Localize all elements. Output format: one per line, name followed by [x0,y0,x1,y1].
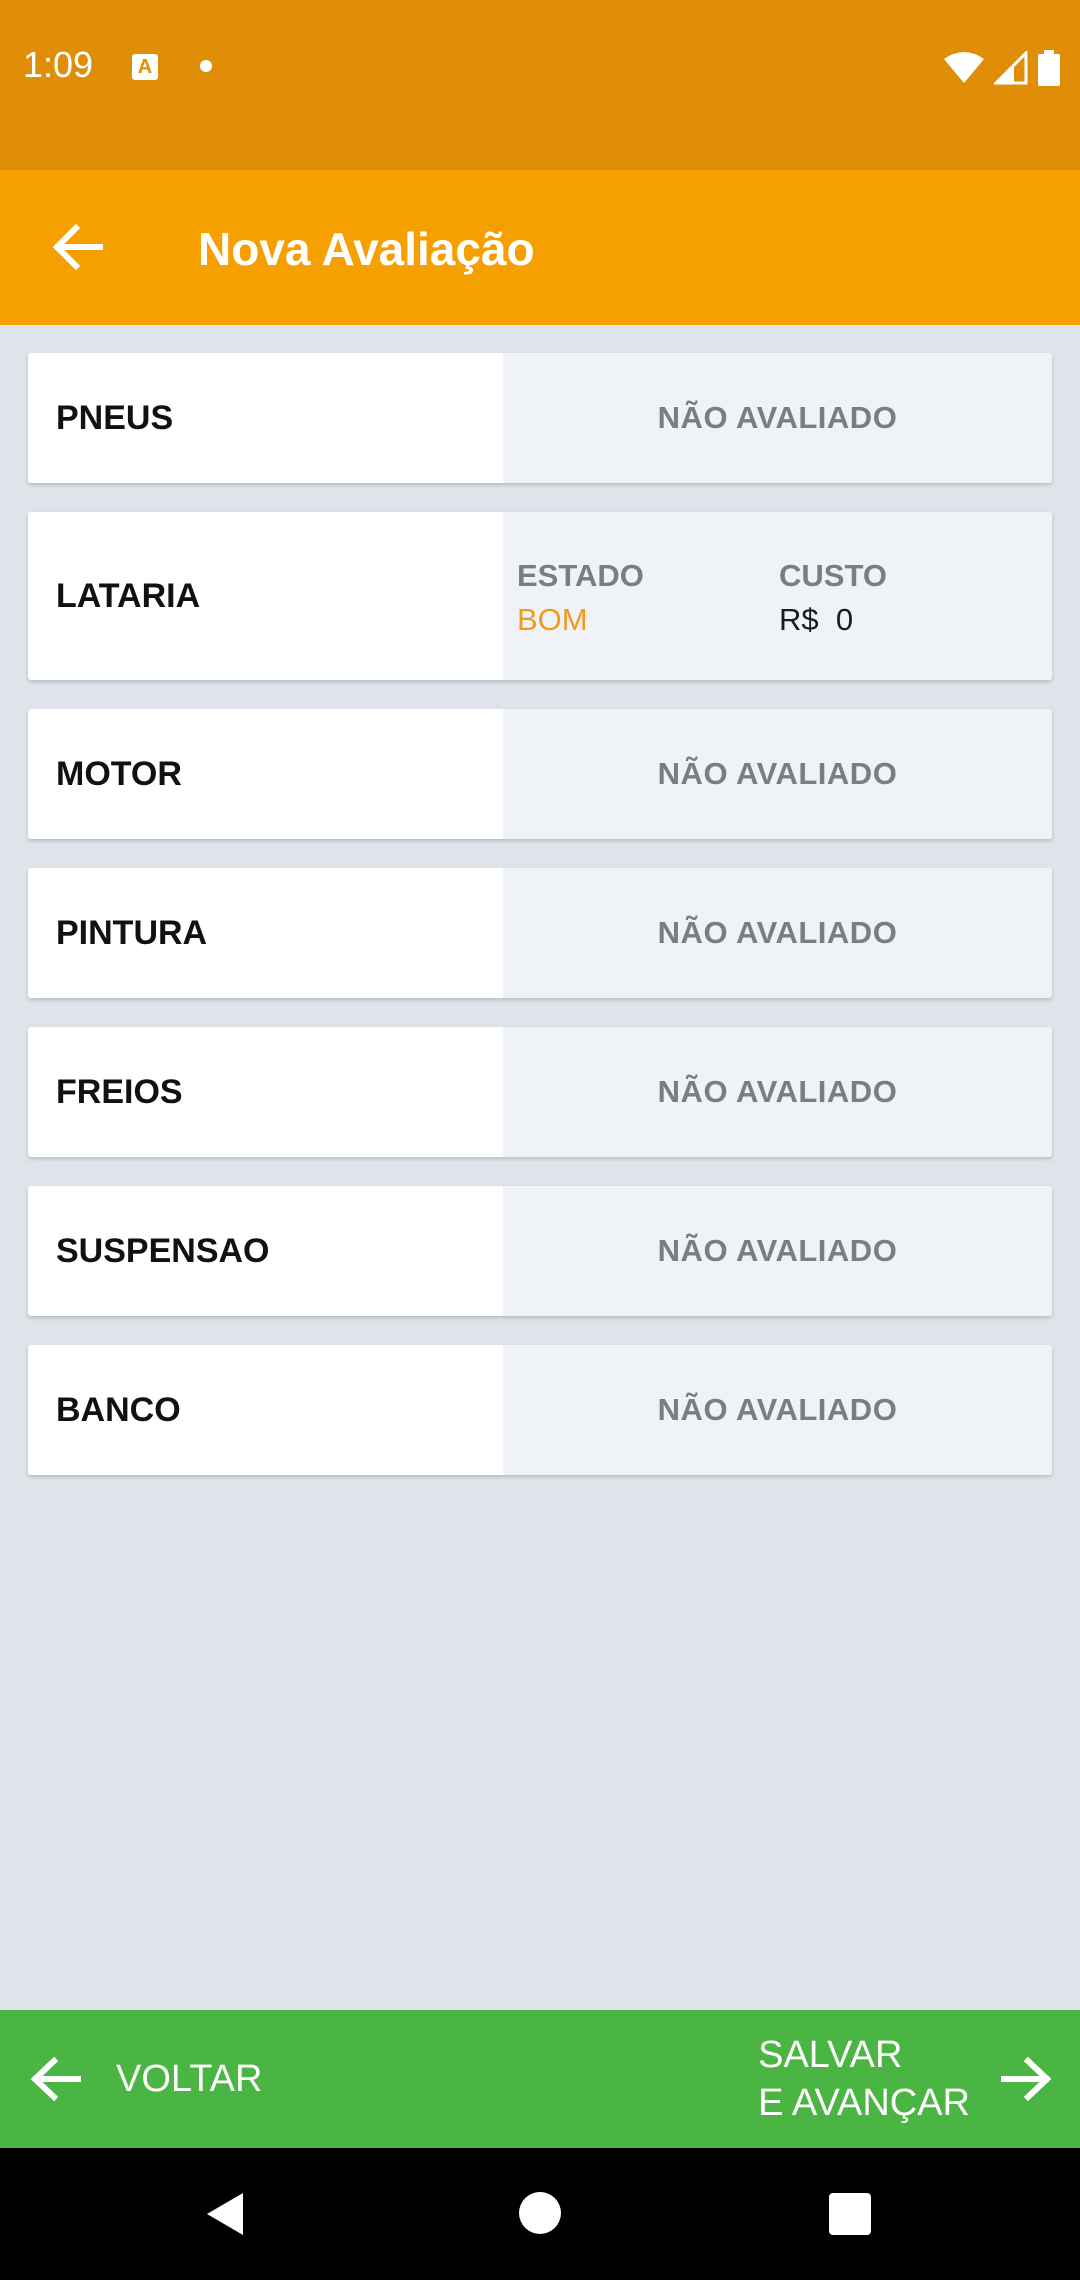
nav-recents-icon[interactable] [829,2193,871,2235]
list-item-pintura[interactable]: PINTURA NÃO AVALIADO [28,868,1052,998]
item-name: MOTOR [56,754,182,793]
arrow-back-icon [52,223,103,271]
estado-value: BOM [517,602,588,637]
app-bar: Nova Avaliação [0,170,1080,325]
custo-value: R$ 0 [779,602,854,637]
status-icons [944,48,1060,88]
page-title: Nova Avaliação [198,223,535,275]
custo-column: CUSTO R$ 0 [779,558,1041,680]
list-item-motor[interactable]: MOTOR NÃO AVALIADO [28,709,1052,839]
item-name: SUSPENSAO [56,1231,270,1270]
notification-dot-icon [200,60,212,72]
list-item-banco[interactable]: BANCO NÃO AVALIADO [28,1345,1052,1475]
back-button[interactable] [44,212,114,282]
item-name: FREIOS [56,1072,183,1111]
item-status: NÃO AVALIADO [657,1074,898,1109]
item-detail: ESTADO BOM CUSTO R$ 0 [503,512,1052,680]
estado-column: ESTADO BOM [517,558,779,680]
estado-label: ESTADO [517,558,644,593]
battery-icon [1038,50,1060,86]
arrow-forward-icon [1001,2056,1052,2102]
salvar-label-line1: SALVAR [758,2034,903,2076]
list-item-lataria[interactable]: LATARIA ESTADO BOM CUSTO R$ 0 [28,512,1052,680]
item-status: NÃO AVALIADO [657,1392,898,1427]
custo-label: CUSTO [779,558,887,593]
item-status: NÃO AVALIADO [657,756,898,791]
wifi-icon [944,52,984,83]
item-status: NÃO AVALIADO [657,915,898,950]
nav-home-icon[interactable] [519,2192,561,2234]
status-bar: 1:09 A [0,0,1080,170]
salvar-label-line2: E AVANÇAR [758,2082,970,2124]
list-item-suspensao[interactable]: SUSPENSAO NÃO AVALIADO [28,1186,1052,1316]
notification-app-icon: A [132,54,158,80]
arrow-back-icon [30,2056,81,2102]
list-item-pneus[interactable]: PNEUS NÃO AVALIADO [28,353,1052,483]
item-name: LATARIA [56,576,201,615]
bottom-action-bar: VOLTAR SALVAR E AVANÇAR [0,2010,1080,2148]
list-item-freios[interactable]: FREIOS NÃO AVALIADO [28,1027,1052,1157]
evaluation-list: PNEUS NÃO AVALIADO LATARIA ESTADO BOM CU… [28,353,1052,1504]
item-status: NÃO AVALIADO [657,400,898,435]
salvar-label: SALVAR E AVANÇAR [758,2031,970,2127]
system-nav-bar [0,2148,1080,2280]
item-name: BANCO [56,1390,181,1429]
status-time: 1:09 [23,44,94,85]
item-name: PNEUS [56,398,174,437]
item-status: NÃO AVALIADO [657,1233,898,1268]
voltar-button[interactable]: VOLTAR [26,2010,262,2148]
cell-signal-icon [994,51,1028,85]
nav-back-icon[interactable] [205,2191,245,2237]
item-name: PINTURA [56,913,208,952]
voltar-label: VOLTAR [116,2057,263,2100]
salvar-avancar-button[interactable]: SALVAR E AVANÇAR [758,2010,1056,2148]
